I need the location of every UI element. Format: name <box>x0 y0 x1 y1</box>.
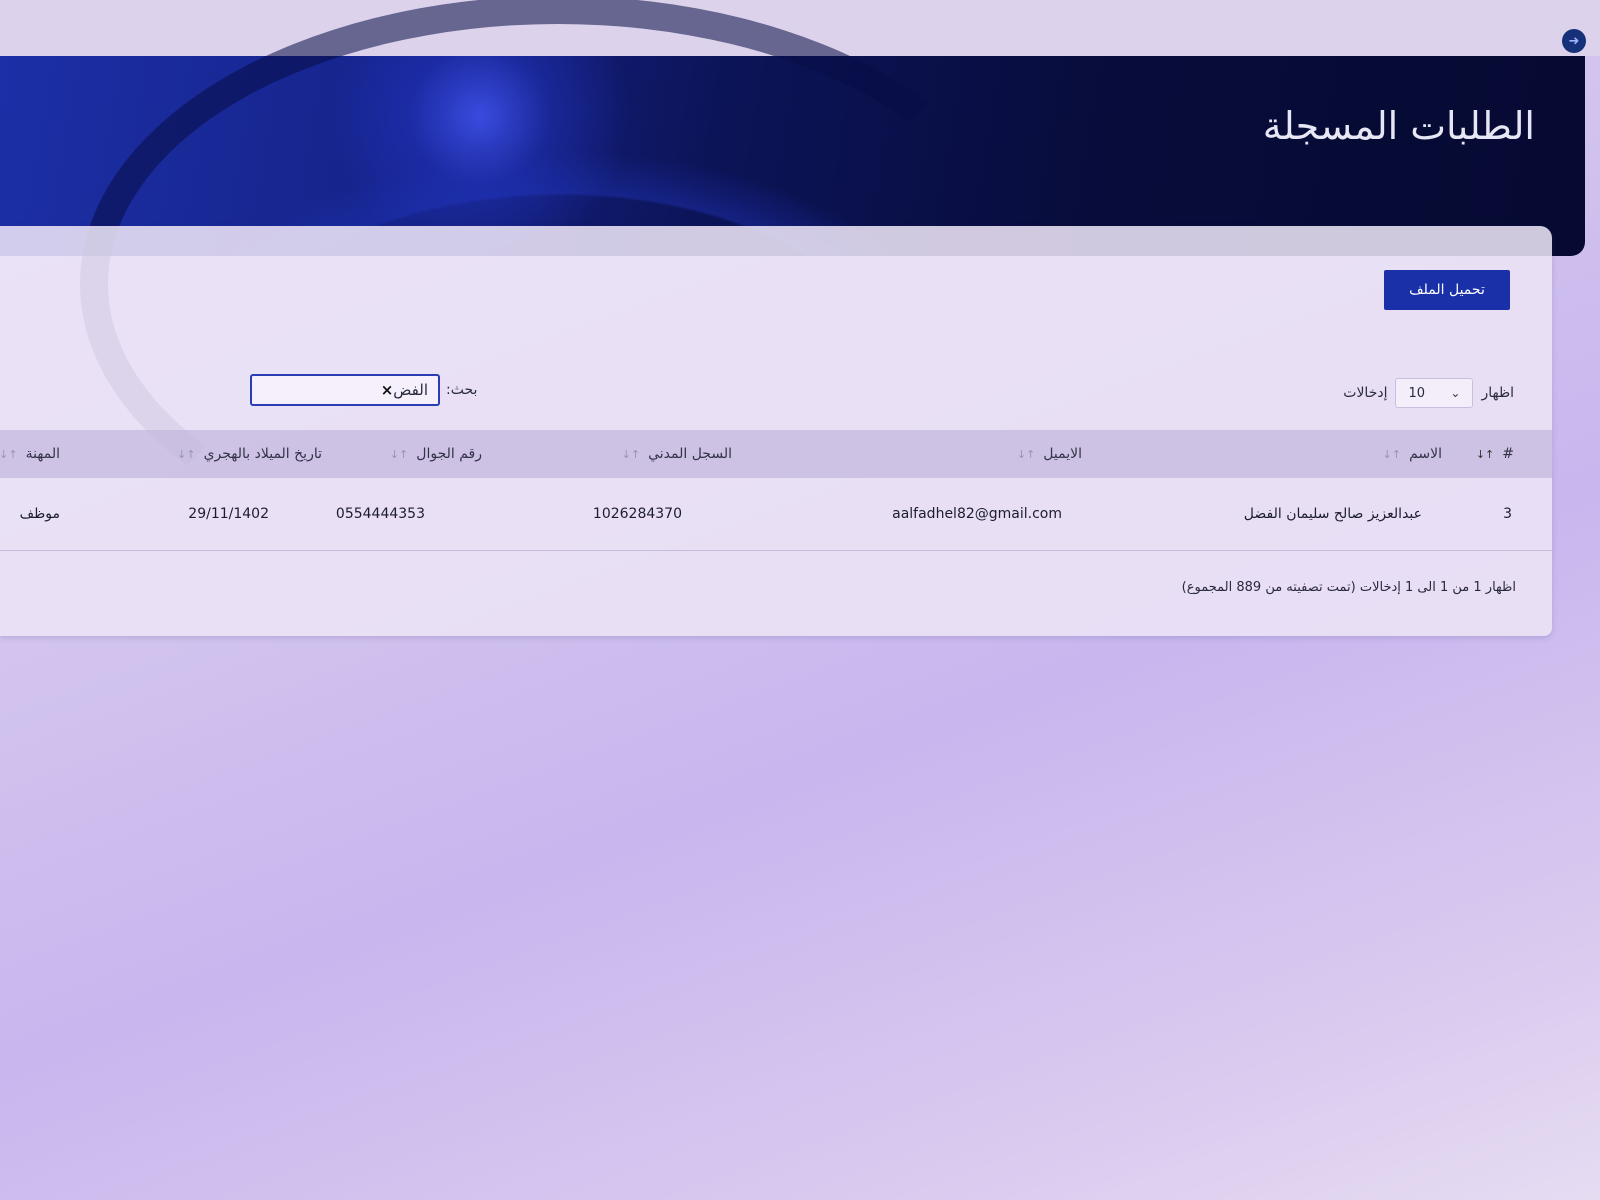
length-suffix-label: إدخالات <box>1343 385 1388 401</box>
entries-length-select[interactable]: 10 ⌄ <box>1395 378 1474 408</box>
cell-hijri-dob: 29/11/1402 <box>188 506 269 522</box>
column-header-label: الايميل <box>1043 446 1082 462</box>
entries-length-control: اظهار 10 ⌄ إدخالات <box>1343 378 1514 408</box>
sort-icon: ↑↓ <box>1016 447 1036 461</box>
column-header-label: رقم الجوال <box>416 446 482 462</box>
length-select-value: 10 <box>1408 385 1426 401</box>
column-header-occupation[interactable]: المهنة ↑↓ <box>0 430 60 478</box>
sort-icon: ↑↓ <box>389 447 409 461</box>
sort-icon: ↑↓ <box>621 447 641 461</box>
sort-icon: ↑↓ <box>1475 447 1495 461</box>
search-input-value: الفض <box>393 381 428 399</box>
sort-icon: ↑↓ <box>177 447 196 461</box>
page-title: الطلبات المسجلة <box>1262 104 1535 148</box>
column-header-email[interactable]: الايميل ↑↓ <box>842 430 1082 478</box>
table-info-text: اظهار 1 من 1 الى 1 إدخالات (تمت تصفيته م… <box>1181 580 1516 595</box>
table-row[interactable]: 3 عبدالعزيز صالح سليمان الفضل aalfadhel8… <box>0 478 1552 551</box>
cell-civil-id: 1026284370 <box>592 506 682 522</box>
content-card: تحميل الملف اظهار 10 ⌄ إدخالات بحث: الفض… <box>0 226 1552 636</box>
column-header-label: # <box>1502 446 1514 462</box>
column-header-hijri-dob[interactable]: تاريخ الميلاد بالهجري ↑↓ <box>162 430 322 478</box>
download-file-button[interactable]: تحميل الملف <box>1384 270 1510 310</box>
chevron-down-icon: ⌄ <box>1450 386 1461 400</box>
column-header-label: الاسم <box>1409 446 1442 462</box>
length-prefix-label: اظهار <box>1481 385 1514 401</box>
cell-phone: 0554444353 <box>335 506 425 522</box>
cell-name: عبدالعزيز صالح سليمان الفضل <box>1243 506 1422 522</box>
clear-search-icon[interactable]: × <box>381 381 394 399</box>
cell-email: aalfadhel82@gmail.com <box>892 506 1062 522</box>
arrow-right-circle-icon[interactable]: ➜ <box>1562 29 1586 53</box>
search-control: بحث: الفض × <box>250 374 477 406</box>
table-header-row: # ↑↓ الاسم ↑↓ الايميل ↑↓ السجل المدني ↑↓… <box>0 430 1552 478</box>
column-header-label: السجل المدني <box>648 446 732 462</box>
sort-icon: ↑↓ <box>0 447 18 461</box>
column-header-label: تاريخ الميلاد بالهجري <box>203 446 322 462</box>
column-header-label: المهنة <box>25 446 60 462</box>
column-header-phone[interactable]: رقم الجوال ↑↓ <box>332 430 482 478</box>
sort-icon: ↑↓ <box>1382 447 1402 461</box>
column-header-name[interactable]: الاسم ↑↓ <box>1202 430 1442 478</box>
search-label: بحث: <box>446 382 478 398</box>
search-input[interactable]: الفض × <box>250 374 440 406</box>
column-header-civil-id[interactable]: السجل المدني ↑↓ <box>552 430 732 478</box>
requests-table: # ↑↓ الاسم ↑↓ الايميل ↑↓ السجل المدني ↑↓… <box>0 430 1552 551</box>
cell-occupation: موظف <box>19 506 60 522</box>
cell-number: 3 <box>1503 506 1512 522</box>
column-header-number[interactable]: # ↑↓ <box>1474 430 1514 478</box>
